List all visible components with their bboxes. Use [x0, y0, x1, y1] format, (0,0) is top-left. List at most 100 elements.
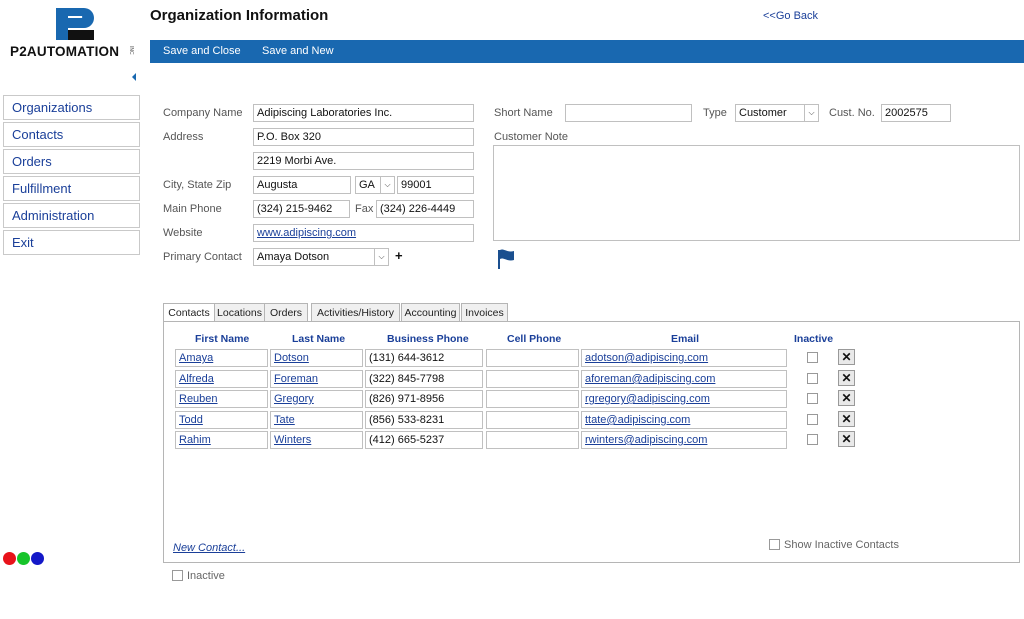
organization-inactive-toggle[interactable]: Inactive: [172, 570, 225, 582]
first-name-cell[interactable]: Rahim: [175, 431, 268, 449]
sidebar-item-administration[interactable]: Administration: [3, 203, 140, 228]
short-name-field[interactable]: [565, 104, 692, 122]
website-field[interactable]: www.adipiscing.com: [253, 224, 474, 242]
toolbar: Save and Close Save and New: [150, 40, 1024, 63]
show-inactive-checkbox[interactable]: [769, 539, 780, 550]
inactive-checkbox[interactable]: [807, 434, 818, 445]
primary-contact-select[interactable]: Amaya Dotson ⌵: [253, 248, 389, 266]
sidebar: Organizations Contacts Orders Fulfillmen…: [3, 95, 140, 257]
tab-contacts[interactable]: Contacts: [163, 303, 215, 323]
business-phone-cell[interactable]: (322) 845-7798: [365, 370, 483, 388]
chevron-left-icon[interactable]: [132, 73, 136, 81]
address-line2-field[interactable]: 2219 Morbi Ave.: [253, 152, 474, 170]
company-name-field[interactable]: Adipiscing Laboratories Inc.: [253, 104, 474, 122]
main-phone-label: Main Phone: [163, 203, 222, 215]
inactive-checkbox[interactable]: [807, 414, 818, 425]
cell-phone-cell[interactable]: [486, 370, 579, 388]
column-header-first-name: First Name: [195, 333, 250, 345]
sidebar-item-organizations[interactable]: Organizations: [3, 95, 140, 120]
last-name-cell[interactable]: Gregory: [270, 390, 363, 408]
tab-locations[interactable]: Locations: [214, 303, 265, 322]
chevron-down-icon[interactable]: ⌵: [374, 249, 388, 265]
column-header-email: Email: [671, 333, 700, 345]
fax-label: Fax: [355, 203, 374, 215]
column-header-business-phone: Business Phone: [387, 333, 469, 345]
last-name-cell[interactable]: Winters: [270, 431, 363, 449]
first-name-cell[interactable]: Alfreda: [175, 370, 268, 388]
chevron-down-icon[interactable]: ⌵: [380, 177, 394, 193]
type-select[interactable]: Customer ⌵: [735, 104, 819, 122]
address-label: Address: [163, 131, 204, 143]
first-name-cell[interactable]: Todd: [175, 411, 268, 429]
cell-phone-cell[interactable]: [486, 431, 579, 449]
sidebar-item-exit[interactable]: Exit: [3, 230, 140, 255]
close-icon[interactable]: ✕: [838, 411, 855, 427]
cust-no-label: Cust. No.: [829, 107, 875, 119]
close-icon[interactable]: ✕: [838, 431, 855, 447]
primary-contact-value: Amaya Dotson: [257, 251, 330, 263]
sidebar-item-contacts[interactable]: Contacts: [3, 122, 140, 147]
first-name-cell[interactable]: Amaya: [175, 349, 268, 367]
first-name-cell[interactable]: Reuben: [175, 390, 268, 408]
website-label: Website: [163, 227, 203, 239]
save-and-close-button[interactable]: Save and Close: [163, 45, 241, 57]
email-cell[interactable]: ttate@adipiscing.com: [581, 411, 787, 429]
cell-phone-cell[interactable]: [486, 411, 579, 429]
last-name-cell[interactable]: Tate: [270, 411, 363, 429]
cell-phone-cell[interactable]: [486, 390, 579, 408]
chevron-down-icon[interactable]: ⌵: [804, 105, 818, 121]
tab-accounting[interactable]: Accounting: [401, 303, 460, 322]
last-name-cell[interactable]: Foreman: [270, 370, 363, 388]
page-title: Organization Information: [150, 7, 329, 24]
inactive-label: Inactive: [187, 570, 225, 582]
red-dot-icon: [3, 552, 16, 565]
add-contact-plus-icon[interactable]: +: [395, 248, 403, 263]
email-cell[interactable]: rwinters@adipiscing.com: [581, 431, 787, 449]
tab-orders[interactable]: Orders: [264, 303, 308, 322]
company-name-label: Company Name: [163, 107, 243, 119]
tab-invoices[interactable]: Invoices: [461, 303, 508, 322]
address-line1-field[interactable]: P.O. Box 320: [253, 128, 474, 146]
close-icon[interactable]: ✕: [838, 349, 855, 365]
state-value: GA: [359, 179, 375, 191]
email-cell[interactable]: adotson@adipiscing.com: [581, 349, 787, 367]
city-state-zip-label: City, State Zip: [163, 179, 232, 191]
business-phone-cell[interactable]: (131) 644-3612: [365, 349, 483, 367]
go-back-link[interactable]: <<Go Back: [763, 10, 818, 22]
inactive-checkbox[interactable]: [807, 352, 818, 363]
flag-icon[interactable]: [497, 249, 515, 269]
status-dots: [3, 552, 45, 570]
new-contact-link[interactable]: New Contact...: [173, 542, 245, 554]
zip-field[interactable]: 99001: [397, 176, 474, 194]
type-value: Customer: [739, 107, 787, 119]
inactive-checkbox[interactable]: [807, 393, 818, 404]
sidebar-item-orders[interactable]: Orders: [3, 149, 140, 174]
business-phone-cell[interactable]: (856) 533-8231: [365, 411, 483, 429]
email-cell[interactable]: aforeman@adipiscing.com: [581, 370, 787, 388]
city-field[interactable]: Augusta: [253, 176, 351, 194]
blue-dot-icon: [31, 552, 44, 565]
show-inactive-contacts-toggle[interactable]: Show Inactive Contacts: [769, 539, 899, 551]
tab-activities-history[interactable]: Activities/History: [311, 303, 400, 322]
green-dot-icon: [17, 552, 30, 565]
cell-phone-cell[interactable]: [486, 349, 579, 367]
customer-note-label: Customer Note: [494, 131, 568, 143]
main-phone-field[interactable]: (324) 215-9462: [253, 200, 350, 218]
inactive-checkbox[interactable]: [172, 570, 183, 581]
close-icon[interactable]: ✕: [838, 370, 855, 386]
email-cell[interactable]: rgregory@adipiscing.com: [581, 390, 787, 408]
sidebar-item-fulfillment[interactable]: Fulfillment: [3, 176, 140, 201]
last-name-cell[interactable]: Dotson: [270, 349, 363, 367]
cust-no-field[interactable]: 2002575: [881, 104, 951, 122]
close-icon[interactable]: ✕: [838, 390, 855, 406]
inactive-checkbox[interactable]: [807, 373, 818, 384]
save-and-new-button[interactable]: Save and New: [262, 45, 334, 57]
state-select[interactable]: GA ⌵: [355, 176, 395, 194]
fax-field[interactable]: (324) 226-4449: [376, 200, 474, 218]
logo-wordmark: P2AUTOMATION: [10, 44, 120, 59]
p2-logo-mark: [56, 8, 94, 40]
business-phone-cell[interactable]: (412) 665-5237: [365, 431, 483, 449]
customer-note-textarea[interactable]: [493, 145, 1020, 241]
business-phone-cell[interactable]: (826) 971-8956: [365, 390, 483, 408]
column-header-cell-phone: Cell Phone: [507, 333, 562, 345]
